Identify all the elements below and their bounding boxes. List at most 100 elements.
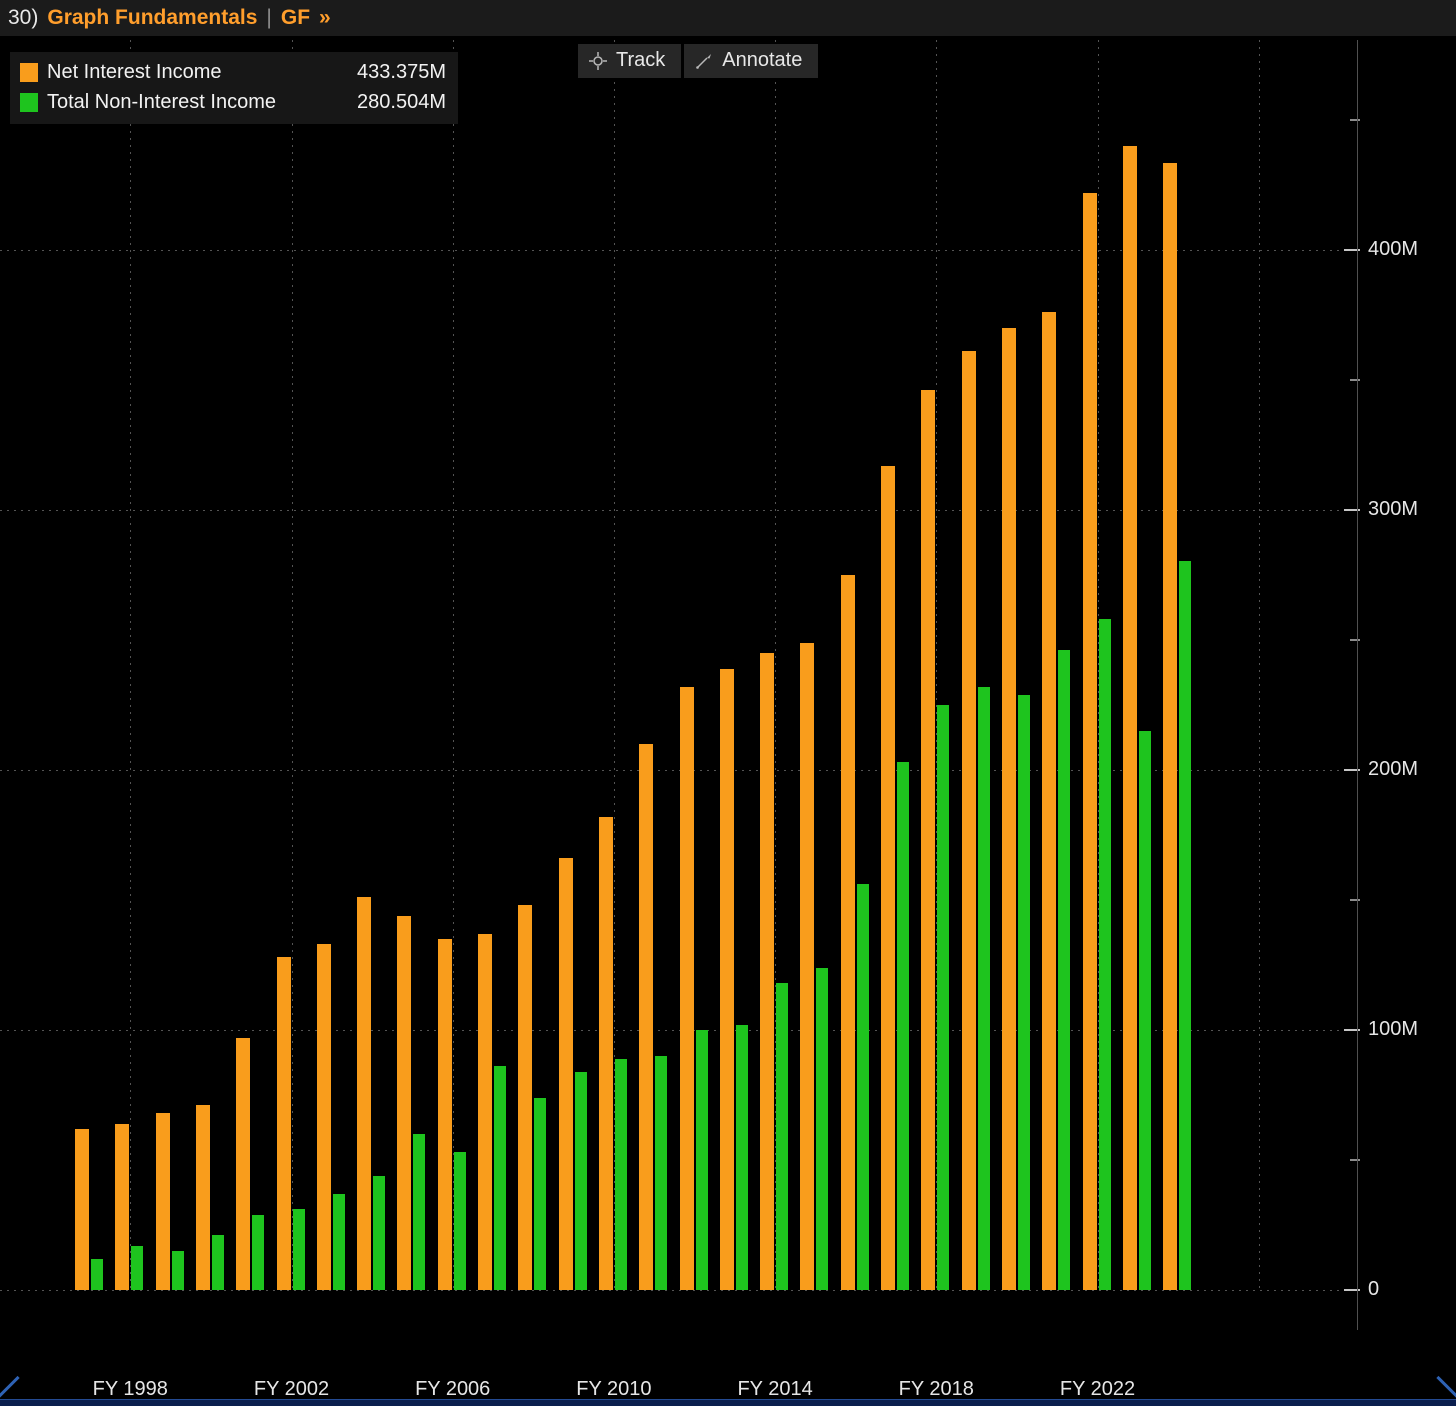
- vertical-gridline: [130, 40, 132, 1292]
- bar-net-interest-income-FY-2016: [840, 575, 855, 1290]
- menu-number: 30): [8, 6, 39, 29]
- bar-net-interest-income-FY-2010: [598, 816, 613, 1290]
- x-axis-label: FY 2018: [898, 1378, 974, 1400]
- bar-total-non-interest-income-FY-1999: [171, 1251, 184, 1290]
- bar-net-interest-income-FY-2024: [1163, 163, 1178, 1290]
- horizontal-gridline: [0, 1290, 1357, 1291]
- bar-net-interest-income-FY-2008: [518, 905, 533, 1290]
- chart-toolbar: Track Annotate: [578, 44, 819, 78]
- bar-total-non-interest-income-FY-2010: [614, 1058, 627, 1290]
- bar-total-non-interest-income-FY-2024: [1179, 560, 1192, 1290]
- y-axis-label: 400M: [1368, 238, 1419, 260]
- y-axis-label: 300M: [1368, 498, 1419, 520]
- bar-total-non-interest-income-FY-2011: [655, 1056, 668, 1290]
- y-axis-line: [1357, 40, 1358, 1330]
- bar-total-non-interest-income-FY-2009: [574, 1071, 587, 1290]
- x-axis-label: FY 2014: [737, 1378, 813, 1400]
- x-axis-label: FY 2002: [253, 1378, 330, 1400]
- vertical-gridline: [291, 40, 293, 1292]
- legend-value: 433.375M: [357, 61, 446, 83]
- bar-total-non-interest-income-FY-2002: [292, 1209, 305, 1290]
- bar-net-interest-income-FY-2020: [1001, 328, 1016, 1290]
- x-axis-label: FY 2010: [576, 1378, 652, 1400]
- bar-net-interest-income-FY-2014: [760, 653, 775, 1290]
- bar-total-non-interest-income-FY-2022: [1098, 619, 1111, 1290]
- annotate-label: Annotate: [722, 49, 803, 71]
- bar-net-interest-income-FY-2001: [236, 1037, 251, 1290]
- bar-net-interest-income-FY-2017: [881, 465, 895, 1290]
- bar-total-non-interest-income-FY-2007: [494, 1066, 506, 1290]
- plot-area: 0 100M 200M 300M 400M FY 1998 FY 2002 FY 2006 FY…: [0, 36, 1456, 1406]
- legend-item-total-non-interest-income[interactable]: Total Non-Interest Income 280.504M: [20, 91, 446, 114]
- bar-net-interest-income-FY-2007: [478, 933, 492, 1290]
- track-label: Track: [616, 49, 666, 71]
- bar-net-interest-income-FY-2003: [316, 944, 331, 1290]
- bar-total-non-interest-income-FY-2023: [1138, 731, 1151, 1290]
- horizontal-gridline: [0, 1030, 1357, 1031]
- bar-total-non-interest-income-FY-2018: [937, 705, 950, 1290]
- bar-net-interest-income-FY-2012: [679, 686, 694, 1290]
- bar-total-non-interest-income-FY-2005: [413, 1134, 426, 1290]
- bar-net-interest-income-FY-2011: [639, 744, 654, 1290]
- vertical-gridline: [1258, 40, 1260, 1292]
- bar-total-non-interest-income-FY-2021: [1058, 650, 1071, 1290]
- chevrons-icon[interactable]: »: [319, 6, 331, 30]
- bar-net-interest-income-FY-2022: [1082, 192, 1097, 1290]
- horizontal-gridline: [0, 510, 1357, 511]
- track-button[interactable]: Track: [578, 44, 682, 78]
- legend: Net Interest Income 433.375M Total Non-I…: [10, 52, 458, 124]
- bar-net-interest-income-FY-1999: [155, 1113, 170, 1290]
- annotate-pencil-icon: [696, 53, 712, 69]
- legend-item-net-interest-income[interactable]: Net Interest Income 433.375M: [20, 61, 446, 84]
- horizontal-gridline: [0, 770, 1357, 771]
- bar-total-non-interest-income-FY-1997: [91, 1258, 103, 1290]
- x-axis-label: FY 1998: [92, 1378, 168, 1400]
- horizontal-gridline: [0, 250, 1357, 251]
- bar-total-non-interest-income-FY-2008: [534, 1097, 547, 1290]
- bar-net-interest-income-FY-2006: [437, 939, 452, 1290]
- bar-total-non-interest-income-FY-2001: [252, 1214, 265, 1290]
- legend-value: 280.504M: [357, 91, 446, 113]
- y-axis-label: 200M: [1368, 758, 1419, 780]
- y-axis-minor-tick: [1350, 379, 1360, 381]
- bar-total-non-interest-income-FY-2006: [453, 1152, 466, 1290]
- bar-net-interest-income-FY-2002: [276, 957, 291, 1290]
- bar-total-non-interest-income-FY-2017: [897, 762, 909, 1290]
- net-interest-income-swatch: [20, 63, 38, 82]
- bar-net-interest-income-FY-2023: [1122, 146, 1137, 1290]
- bar-total-non-interest-income-FY-2020: [1017, 694, 1030, 1290]
- y-axis-label: 0: [1368, 1278, 1380, 1300]
- title-separator: |: [266, 6, 272, 29]
- y-axis-minor-tick: [1350, 899, 1360, 901]
- bar-total-non-interest-income-FY-2004: [373, 1175, 386, 1290]
- bar-net-interest-income-FY-2021: [1042, 312, 1057, 1290]
- page-title: Graph Fundamentals: [47, 6, 258, 29]
- bar-net-interest-income-FY-1998: [115, 1123, 130, 1290]
- y-axis-minor-tick: [1350, 1159, 1360, 1161]
- bar-total-non-interest-income-FY-2000: [211, 1235, 224, 1290]
- annotate-button[interactable]: Annotate: [684, 44, 819, 78]
- chart-area: 0 100M 200M 300M 400M FY 1998 FY 2002 FY 2006 FY…: [0, 36, 1456, 1406]
- bar-total-non-interest-income-FY-2013: [735, 1024, 748, 1290]
- bar-net-interest-income-FY-2015: [800, 642, 815, 1290]
- bar-total-non-interest-income-FY-2016: [856, 884, 869, 1290]
- vertical-gridline: [452, 40, 454, 1292]
- function-mnemonic[interactable]: GF: [281, 6, 310, 30]
- bar-net-interest-income-FY-2000: [195, 1105, 210, 1290]
- y-axis-minor-tick: [1350, 639, 1360, 641]
- bar-net-interest-income-FY-1997: [75, 1128, 89, 1290]
- bar-net-interest-income-FY-2013: [719, 668, 734, 1290]
- bar-total-non-interest-income-FY-2012: [695, 1030, 708, 1290]
- bar-net-interest-income-FY-2009: [558, 858, 573, 1290]
- legend-label: Total Non-Interest Income: [47, 91, 276, 113]
- bar-total-non-interest-income-FY-2014: [776, 983, 789, 1290]
- total-non-interest-income-swatch: [20, 93, 38, 112]
- window-titlebar: 30) Graph Fundamentals | GF »: [0, 0, 1456, 36]
- bar-net-interest-income-FY-2019: [961, 351, 976, 1290]
- bar-net-interest-income-FY-2005: [397, 915, 412, 1290]
- bar-total-non-interest-income-FY-2003: [332, 1193, 345, 1290]
- y-axis-label: 100M: [1368, 1018, 1419, 1040]
- legend-label: Net Interest Income: [47, 61, 222, 83]
- bar-total-non-interest-income-FY-2019: [977, 686, 990, 1290]
- x-axis-label: FY 2006: [415, 1378, 491, 1400]
